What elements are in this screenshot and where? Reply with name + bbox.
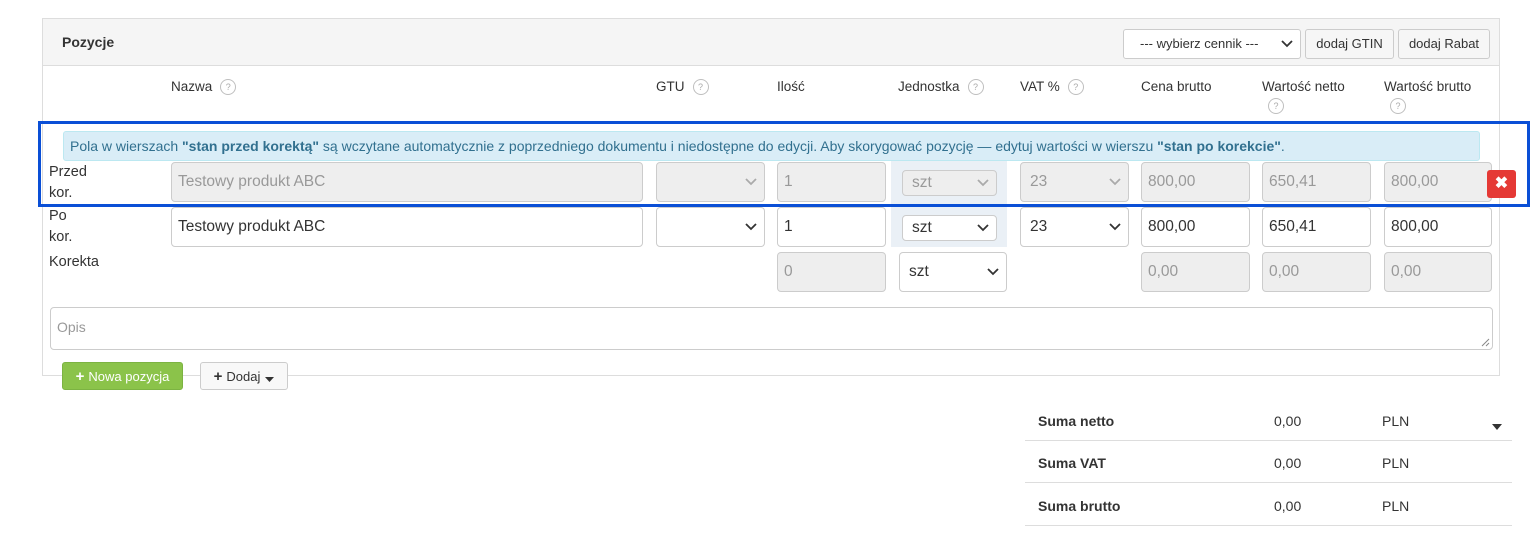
description-textarea[interactable]: Opis bbox=[50, 307, 1493, 350]
after-gross-price-input[interactable]: 800,00 bbox=[1141, 207, 1250, 247]
add-dropdown-button[interactable]: + Dodaj bbox=[200, 362, 288, 390]
help-icon[interactable]: ? bbox=[1268, 98, 1284, 114]
summary-net-currency: PLN bbox=[1382, 413, 1410, 429]
col-header-qty: Ilość bbox=[777, 79, 805, 94]
plus-icon: + bbox=[213, 368, 223, 385]
price-list-select[interactable]: --- wybierz cennik --- bbox=[1123, 29, 1301, 59]
col-header-unit-label: Jednostka bbox=[898, 79, 960, 94]
summary-row-vat: Suma VAT 0,00 PLN bbox=[1025, 441, 1512, 483]
after-qty-input[interactable]: 1 bbox=[777, 207, 886, 247]
description-placeholder: Opis bbox=[57, 319, 86, 335]
summary-vat-label: Suma VAT bbox=[1038, 455, 1106, 471]
correction-unit-select[interactable]: szt bbox=[899, 252, 1007, 292]
chevron-down-icon bbox=[1280, 30, 1294, 58]
chevron-down-icon bbox=[976, 216, 990, 240]
add-gtin-button[interactable]: dodaj GTIN bbox=[1305, 29, 1394, 59]
summary-gross-label: Suma brutto bbox=[1038, 498, 1121, 514]
resize-handle-icon[interactable] bbox=[1481, 338, 1490, 347]
col-header-gross-value: Wartość brutto? bbox=[1384, 79, 1471, 114]
summary-vat-value: 0,00 bbox=[1274, 455, 1302, 471]
row-label-after-line1: Po bbox=[49, 208, 67, 224]
row-label-after-line2: kor. bbox=[49, 229, 73, 245]
after-gross-value-input[interactable]: 800,00 bbox=[1384, 207, 1492, 247]
col-header-gross-value-label: Wartość brutto bbox=[1384, 79, 1472, 94]
after-vat-value: 23 bbox=[1030, 218, 1048, 235]
caret-down-icon bbox=[265, 364, 275, 391]
summary-gross-currency: PLN bbox=[1382, 498, 1410, 514]
after-net-value-input[interactable]: 650,41 bbox=[1262, 207, 1371, 247]
new-position-button[interactable]: + Nowa pozycja bbox=[62, 362, 183, 390]
summary-row-gross: Suma brutto 0,00 PLN bbox=[1025, 484, 1512, 526]
correction-qty-input: 0 bbox=[777, 252, 886, 292]
highlight-box bbox=[38, 121, 1530, 207]
price-list-select-value: --- wybierz cennik --- bbox=[1140, 36, 1259, 51]
after-vat-select[interactable]: 23 bbox=[1020, 207, 1129, 247]
col-header-name: Nazwa? bbox=[171, 79, 237, 96]
caret-down-icon[interactable] bbox=[1492, 417, 1502, 433]
panel-title: Pozycje bbox=[62, 34, 115, 50]
summary-vat-currency: PLN bbox=[1382, 455, 1410, 471]
col-header-net-value: Wartość netto? bbox=[1262, 79, 1345, 114]
col-header-gtu: GTU? bbox=[656, 79, 709, 96]
col-header-unit: Jednostka? bbox=[898, 79, 984, 96]
col-header-name-label: Nazwa bbox=[171, 79, 213, 94]
after-unit-value: szt bbox=[912, 219, 932, 236]
col-header-gtu-label: GTU bbox=[656, 79, 685, 94]
after-unit-select[interactable]: szt bbox=[902, 215, 997, 241]
row-label-after: Po kor. bbox=[49, 206, 72, 248]
correction-gross-value-input: 0,00 bbox=[1384, 252, 1492, 292]
chevron-down-icon bbox=[744, 208, 758, 246]
col-header-vat: VAT %? bbox=[1020, 79, 1084, 96]
summary-gross-value: 0,00 bbox=[1274, 498, 1302, 514]
correction-unit-value: szt bbox=[909, 263, 929, 280]
help-icon[interactable]: ? bbox=[1067, 79, 1084, 96]
help-icon[interactable]: ? bbox=[967, 79, 984, 96]
col-header-net-value-label: Wartość netto bbox=[1262, 79, 1345, 94]
col-header-vat-label: VAT % bbox=[1020, 79, 1060, 94]
chevron-down-icon bbox=[986, 253, 1000, 291]
chevron-down-icon bbox=[1108, 208, 1122, 246]
help-icon[interactable]: ? bbox=[1390, 98, 1406, 114]
plus-icon: + bbox=[75, 368, 85, 385]
help-icon[interactable]: ? bbox=[692, 79, 709, 96]
correction-net-value-input: 0,00 bbox=[1262, 252, 1371, 292]
summary-row-net: Suma netto 0,00 PLN bbox=[1025, 399, 1512, 441]
row-label-correction: Korekta bbox=[49, 254, 99, 270]
add-dropdown-label: Dodaj bbox=[226, 369, 261, 384]
after-gtu-select[interactable] bbox=[656, 207, 765, 247]
summary-net-label: Suma netto bbox=[1038, 413, 1115, 429]
new-position-label: Nowa pozycja bbox=[88, 369, 170, 384]
summary-net-value: 0,00 bbox=[1274, 413, 1302, 429]
correction-gross-price-input: 0,00 bbox=[1141, 252, 1250, 292]
add-discount-button[interactable]: dodaj Rabat bbox=[1398, 29, 1490, 59]
help-icon[interactable]: ? bbox=[220, 79, 237, 96]
col-header-gross-price: Cena brutto bbox=[1141, 79, 1212, 94]
after-name-input[interactable]: Testowy produkt ABC bbox=[171, 207, 643, 247]
